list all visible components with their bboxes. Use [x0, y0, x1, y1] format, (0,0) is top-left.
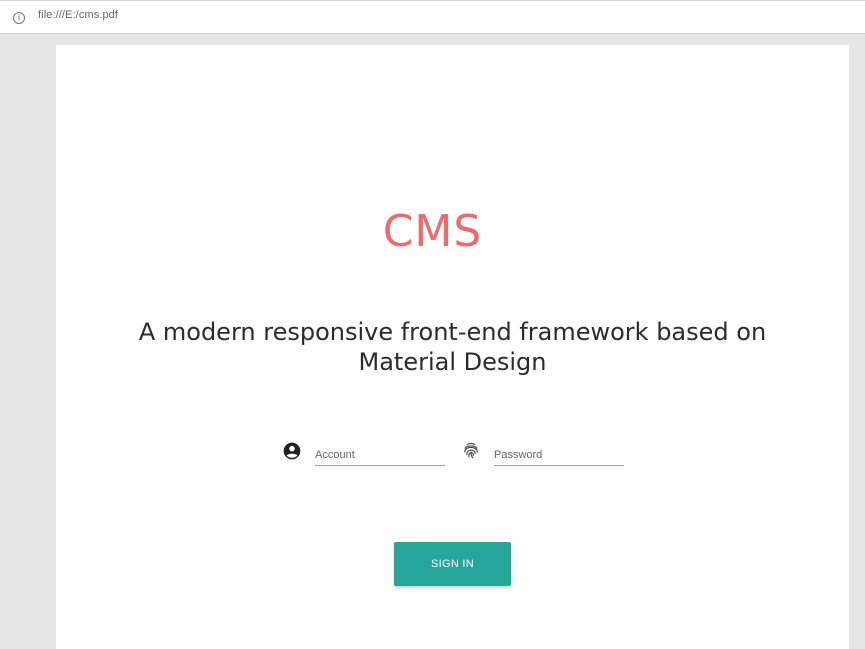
info-icon[interactable]: i: [13, 12, 25, 24]
url-text[interactable]: file:///E:/cms.pdf: [38, 9, 118, 21]
fingerprint-icon: [464, 442, 478, 459]
account-circle-icon: [283, 442, 301, 460]
password-input[interactable]: [494, 444, 624, 466]
account-input[interactable]: [315, 444, 445, 466]
address-bar[interactable]: i file:///E:/cms.pdf: [0, 0, 865, 34]
page-title: CMS: [382, 206, 483, 257]
tagline: A modern responsive front-end framework …: [138, 318, 767, 376]
sign-in-button[interactable]: SIGN IN: [394, 542, 511, 586]
